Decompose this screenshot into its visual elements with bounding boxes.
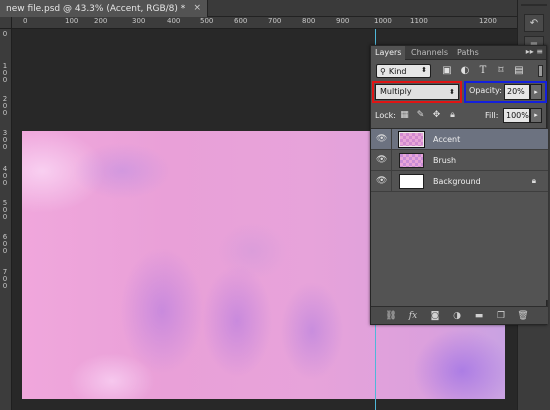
lock-all-icon[interactable]: 🔒︎	[447, 110, 458, 121]
ruler-label: 800	[302, 17, 316, 25]
document-tab[interactable]: new file.psd @ 43.3% (Accent, RGB/8) * ×	[0, 0, 208, 17]
filter-toggle-switch[interactable]	[538, 65, 543, 77]
tab-channels[interactable]: Channels	[407, 46, 452, 60]
vertical-ruler[interactable]: 0 100 200 300 400 500 600 700	[0, 29, 12, 410]
document-tab-bar: new file.psd @ 43.3% (Accent, RGB/8) * ×	[0, 0, 517, 17]
type-filter-icon[interactable]: T	[477, 65, 489, 77]
layer-row-accent[interactable]: 👁︎ Accent	[371, 129, 548, 150]
lock-icon: 🔒︎	[531, 176, 536, 185]
fill-label: Fill:	[485, 111, 499, 120]
eye-icon[interactable]: 👁︎	[376, 134, 387, 145]
layer-thumbnail	[399, 174, 424, 189]
fill-input[interactable]: 100%	[503, 108, 530, 123]
layer-name: Brush	[433, 156, 457, 165]
ruler-label: 0	[2, 30, 8, 38]
ruler-label: 900	[336, 17, 350, 25]
layer-row-background[interactable]: 👁︎ Background 🔒︎	[371, 171, 548, 192]
trash-icon[interactable]: 🗑︎	[517, 310, 529, 322]
fill-slider-toggle[interactable]: ▸	[530, 108, 542, 123]
layers-list: 👁︎ Accent 👁︎ Brush 👁︎ Background 🔒︎	[371, 128, 548, 300]
adjustment-icon[interactable]: ◑	[451, 310, 463, 322]
link-icon[interactable]: ⛓	[385, 310, 397, 322]
ruler-label: 1000	[374, 17, 392, 25]
layers-panel-footer: ⛓ fx ◙ ◑ ▬ ❐ 🗑︎	[371, 306, 548, 324]
horizontal-ruler[interactable]: 0 100 200 300 400 500 600 700 800 900 10…	[12, 17, 517, 29]
lock-transparent-pixels-icon[interactable]: ▦	[399, 110, 410, 121]
layer-thumbnail	[399, 153, 424, 168]
ruler-label: 200	[94, 17, 108, 25]
tab-paths[interactable]: Paths	[453, 46, 483, 60]
blend-mode-select[interactable]: Multiply ⬍	[375, 84, 459, 100]
ruler-corner[interactable]	[0, 17, 12, 29]
ruler-label: 200	[2, 95, 8, 117]
layers-panel: Layers Channels Paths ▸▸ ≡ ⚲ Kind ⬍ ▣ ◐ …	[370, 45, 548, 325]
ruler-label: 400	[2, 165, 8, 187]
ruler-label: 100	[65, 17, 79, 25]
ruler-label: 600	[2, 233, 8, 255]
lock-position-icon[interactable]: ✥	[431, 110, 442, 121]
layer-thumbnail	[398, 131, 425, 148]
adjustment-filter-icon[interactable]: ◐	[459, 65, 471, 77]
image-filter-icon[interactable]: ▣	[441, 65, 453, 77]
ruler-label: 100	[2, 62, 8, 84]
document-tab-title: new file.psd @ 43.3% (Accent, RGB/8) *	[6, 3, 186, 14]
ruler-label: 1100	[410, 17, 428, 25]
new-layer-icon[interactable]: ❐	[495, 310, 507, 322]
ruler-label: 500	[2, 199, 8, 221]
chevron-updown-icon: ⬍	[421, 66, 427, 74]
ruler-label: 700	[2, 268, 8, 290]
ruler-label: 500	[200, 17, 214, 25]
eye-icon[interactable]: 👁︎	[376, 155, 387, 166]
close-tab-icon[interactable]: ×	[193, 3, 201, 13]
ruler-label: 0	[23, 17, 28, 25]
ruler-label: 300	[2, 129, 8, 151]
ruler-label: 1200	[479, 17, 497, 25]
ruler-label: 700	[268, 17, 282, 25]
history-panel-icon[interactable]: ↶	[524, 14, 544, 32]
layer-name: Accent	[433, 135, 461, 144]
opacity-input[interactable]: 20%	[504, 84, 530, 100]
chevron-updown-icon: ⬍	[449, 88, 455, 96]
tab-layers[interactable]: Layers	[371, 46, 406, 60]
lock-label: Lock:	[375, 111, 396, 120]
ruler-label: 600	[234, 17, 248, 25]
mask-icon[interactable]: ◙	[429, 310, 441, 322]
smart-object-filter-icon[interactable]: ▤	[513, 65, 525, 77]
opacity-label: Opacity:	[469, 86, 502, 95]
layer-name: Background	[433, 177, 481, 186]
lock-image-pixels-icon[interactable]: ✎	[415, 110, 426, 121]
ruler-label: 400	[167, 17, 181, 25]
opacity-control: Opacity: 20% ▸	[467, 84, 543, 100]
search-icon: ⚲	[380, 66, 386, 76]
blend-mode-value: Multiply	[380, 87, 412, 96]
layer-filter-row: ⚲ Kind ⬍ ▣ ◐ T ⌑ ▤	[371, 64, 548, 80]
opacity-slider-toggle[interactable]: ▸	[530, 84, 542, 100]
layer-row-brush[interactable]: 👁︎ Brush	[371, 150, 548, 171]
lock-row: Lock: ▦ ✎ ✥ 🔒︎ Fill: 100% ▸	[371, 108, 548, 124]
ruler-label: 300	[132, 17, 146, 25]
panel-menu-icon[interactable]: ▸▸ ≡	[526, 47, 543, 56]
fx-icon[interactable]: fx	[407, 310, 419, 322]
dock-grip[interactable]	[521, 4, 547, 6]
shape-filter-icon[interactable]: ⌑	[495, 65, 507, 77]
filter-kind-label: Kind	[388, 66, 407, 76]
group-folder-icon[interactable]: ▬	[473, 310, 485, 322]
panel-tab-bar: Layers Channels Paths ▸▸ ≡	[371, 46, 546, 60]
eye-icon[interactable]: 👁︎	[376, 176, 387, 187]
filter-kind-select[interactable]: ⚲ Kind ⬍	[376, 64, 431, 78]
